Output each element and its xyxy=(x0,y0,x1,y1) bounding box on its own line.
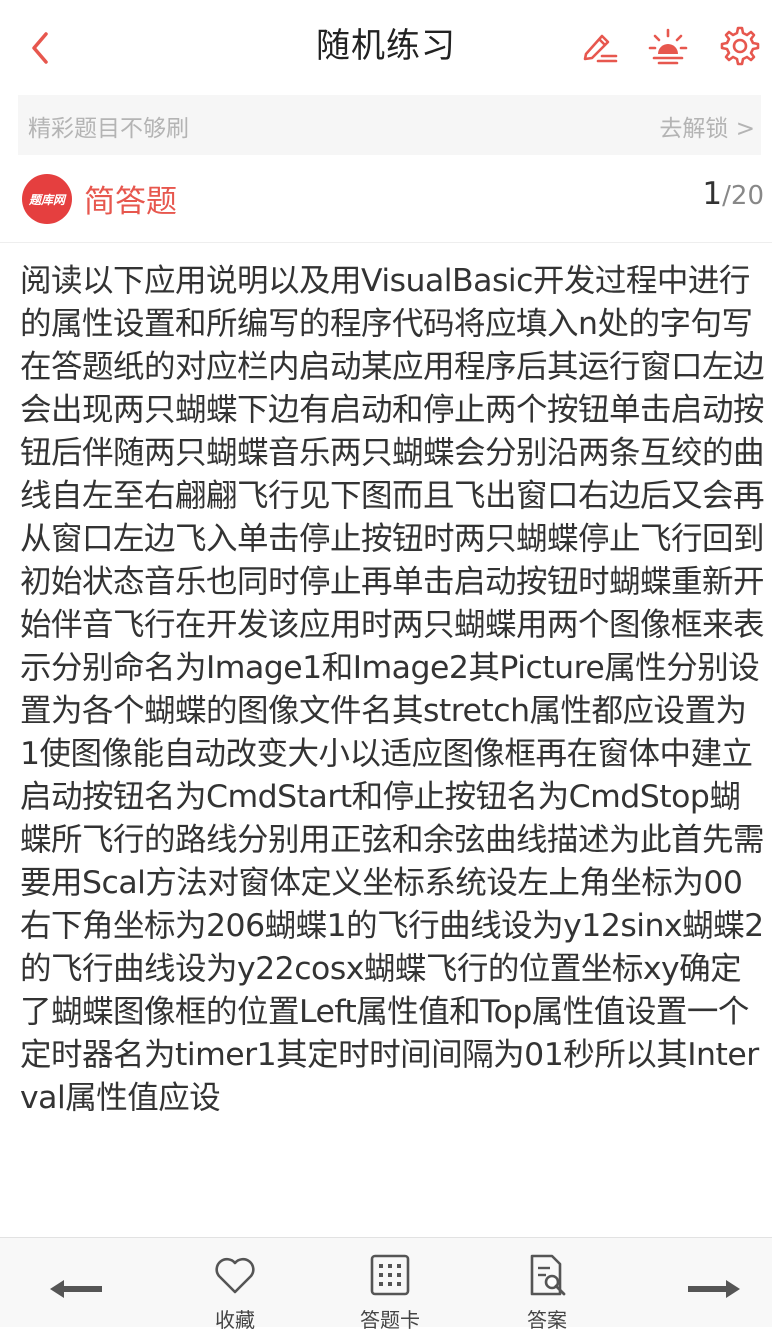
edit-note-button[interactable] xyxy=(576,24,620,68)
answer-label: 答案 xyxy=(527,1308,567,1332)
unlock-banner[interactable]: 精彩题目不够刷 去解锁 > xyxy=(18,95,761,155)
answer-card-label: 答题卡 xyxy=(360,1308,420,1332)
gear-icon xyxy=(720,26,760,66)
unlock-link[interactable]: 去解锁 > xyxy=(659,109,755,143)
document-search-icon xyxy=(530,1254,566,1296)
answer-card-button[interactable]: 答题卡 xyxy=(345,1252,435,1333)
arrow-left-icon xyxy=(50,1280,102,1298)
sunrise-icon xyxy=(648,28,688,65)
bottom-toolbar: 收藏 答题卡 答案 xyxy=(0,1237,772,1332)
current-question-number: 1 xyxy=(702,176,723,212)
answer-button[interactable]: 答案 xyxy=(502,1252,592,1333)
question-meta: 题库网 简答题 1/20 xyxy=(0,160,772,243)
question-progress: 1/20 xyxy=(702,176,764,212)
question-text: 阅读以下应用说明以及用VisualBasic开发过程中进行的属性设置和所编写的程… xyxy=(20,263,765,1116)
previous-question-button[interactable] xyxy=(48,1274,108,1304)
total-questions: 20 xyxy=(730,181,764,211)
header: 随机练习 xyxy=(0,0,772,95)
question-type: 简答题 xyxy=(84,184,177,220)
arrow-right-icon xyxy=(688,1280,740,1298)
pencil-icon xyxy=(583,34,618,63)
grid-card-icon xyxy=(370,1254,410,1296)
favorite-label: 收藏 xyxy=(215,1308,255,1332)
heart-icon xyxy=(215,1257,255,1294)
settings-button[interactable] xyxy=(718,24,762,68)
banner-text: 精彩题目不够刷 xyxy=(28,116,189,142)
favorite-button[interactable]: 收藏 xyxy=(190,1252,280,1333)
progress-separator: / xyxy=(722,181,731,211)
night-mode-button[interactable] xyxy=(646,24,690,68)
next-question-button[interactable] xyxy=(682,1274,742,1304)
app-logo: 题库网 xyxy=(22,174,72,224)
